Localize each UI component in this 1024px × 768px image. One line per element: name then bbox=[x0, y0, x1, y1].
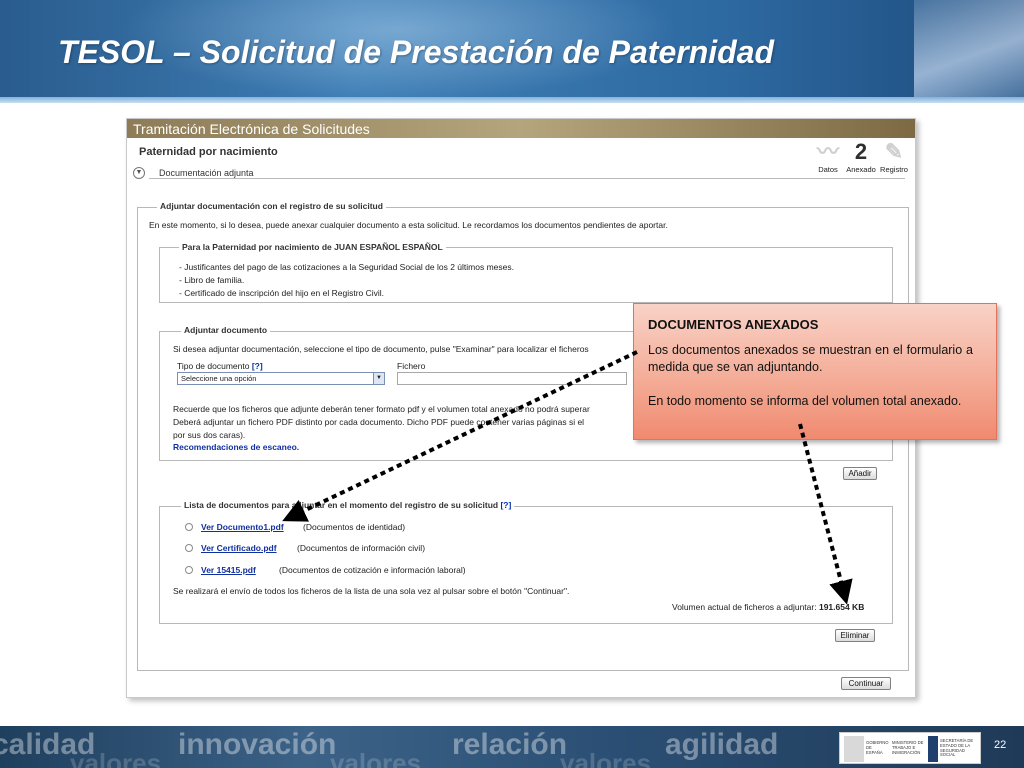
pending-item: - Justificantes del pago de las cotizaci… bbox=[179, 262, 514, 272]
section-title: Documentación adjunta bbox=[159, 168, 254, 178]
wizard-steps: 〰 Datos 2 Anexado ✎ Registro bbox=[811, 139, 911, 179]
page-heading: Paternidad por nacimiento bbox=[139, 146, 278, 158]
delete-button[interactable]: Eliminar bbox=[835, 629, 875, 642]
footer-word: valores bbox=[70, 748, 162, 768]
doc-type-label-text: Tipo de documento bbox=[177, 361, 250, 371]
volume-value: 191.654 KB bbox=[818, 602, 865, 612]
header-statue-image bbox=[914, 0, 1024, 100]
attach-legend: Adjuntar documento bbox=[181, 325, 271, 335]
attach-note-3: por sus dos caras). bbox=[173, 430, 246, 440]
doc-type-select[interactable]: Seleccione una opción ▼ bbox=[177, 372, 385, 385]
document-radio[interactable] bbox=[185, 523, 193, 531]
collapse-toggle-icon[interactable]: ▼ bbox=[133, 167, 145, 179]
step-2-icon: 2 bbox=[854, 139, 868, 164]
step-label: Anexado bbox=[846, 165, 876, 174]
section-divider bbox=[149, 178, 905, 179]
pending-item: - Certificado de inscripción del hijo en… bbox=[179, 288, 385, 298]
scan-recommendations-link[interactable]: Recomendaciones de escaneo. bbox=[173, 442, 299, 452]
help-icon[interactable]: [?] bbox=[252, 361, 263, 371]
step-label: Datos bbox=[818, 165, 838, 174]
footer-word: agilidad bbox=[665, 728, 779, 761]
step-label: Registro bbox=[880, 165, 908, 174]
attach-instructions: Si desea adjuntar documentación, selecci… bbox=[173, 344, 589, 354]
footer-word: valores bbox=[560, 748, 652, 768]
slide-number: 22 bbox=[994, 739, 1007, 751]
document-link[interactable]: Ver Documento1.pdf bbox=[201, 522, 284, 532]
file-input[interactable] bbox=[397, 372, 627, 385]
pending-legend: Para la Paternidad por nacimiento de JUA… bbox=[179, 242, 446, 252]
attach-note-2: Deberá adjuntar un fichero PDF distinto … bbox=[173, 417, 585, 427]
step-datos[interactable]: 〰 Datos bbox=[811, 139, 845, 174]
add-button[interactable]: Añadir bbox=[843, 467, 877, 480]
doc-type-label: Tipo de documento [?] bbox=[177, 361, 263, 371]
app-window-title: Tramitación Electrónica de Solicitudes bbox=[133, 121, 370, 137]
send-note: Se realizará el envío de todos los fiche… bbox=[173, 586, 570, 596]
secretary-text: SECRETARÍA DE ESTADO DE LA SEGURIDAD SOC… bbox=[940, 738, 974, 758]
ministry-text: MINISTERIO DE TRABAJO E INMIGRACIÓN bbox=[892, 740, 924, 755]
footer-word: relación bbox=[452, 728, 568, 761]
slide-title: TESOL – Solicitud de Prestación de Pater… bbox=[58, 34, 775, 70]
continue-button[interactable]: Continuar bbox=[841, 677, 891, 690]
step-anexado[interactable]: 2 Anexado bbox=[844, 139, 878, 174]
app-title-bar: Tramitación Electrónica de Solicitudes bbox=[127, 119, 915, 138]
document-type: (Documentos de cotización e información … bbox=[279, 565, 466, 575]
documents-legend-text: Lista de documentos para adjuntar en el … bbox=[184, 500, 499, 510]
main-legend: Adjuntar documentación con el registro d… bbox=[157, 201, 386, 211]
coat-of-arms-icon bbox=[844, 736, 864, 762]
document-radio[interactable] bbox=[185, 544, 193, 552]
seguridad-social-logo-icon bbox=[928, 736, 938, 762]
document-type: (Documentos de información civil) bbox=[297, 543, 426, 553]
document-type: (Documentos de identidad) bbox=[303, 522, 406, 532]
document-radio[interactable] bbox=[185, 566, 193, 574]
documents-legend: Lista de documentos para adjuntar en el … bbox=[181, 500, 515, 510]
help-icon[interactable]: [?] bbox=[500, 500, 511, 510]
document-link[interactable]: Ver Certificado.pdf bbox=[201, 543, 277, 553]
volume-readout: Volumen actual de ficheros a adjuntar: 1… bbox=[672, 602, 864, 612]
pending-item: - Libro de familia. bbox=[179, 275, 245, 285]
attach-note-1: Recuerde que los ficheros que adjunte de… bbox=[173, 404, 590, 414]
callout-paragraph-1: Los documentos anexados se muestran en e… bbox=[648, 343, 973, 374]
chevron-down-icon: ▼ bbox=[373, 373, 384, 384]
callout-box: DOCUMENTOS ANEXADOS Los documentos anexa… bbox=[633, 303, 997, 440]
chart-icon: 〰 bbox=[816, 139, 839, 164]
gov-text: GOBIERNO DE ESPAÑA bbox=[866, 740, 889, 755]
government-logos: GOBIERNO DE ESPAÑA MINISTERIO DE TRABAJO… bbox=[839, 732, 981, 764]
step-registro[interactable]: ✎ Registro bbox=[877, 139, 911, 174]
callout-paragraph-2: En todo momento se informa del volumen t… bbox=[648, 394, 962, 408]
file-label: Fichero bbox=[397, 361, 426, 371]
callout-title: DOCUMENTOS ANEXADOS bbox=[648, 317, 819, 332]
footer-word: innovación bbox=[178, 728, 337, 761]
footer-word: valores bbox=[330, 748, 422, 768]
doc-type-value: Seleccione una opción bbox=[181, 374, 257, 383]
intro-text: En este momento, si lo desea, puede anex… bbox=[149, 220, 668, 230]
volume-label: Volumen actual de ficheros a adjuntar: bbox=[672, 602, 817, 612]
stamp-icon: ✎ bbox=[884, 139, 904, 164]
document-link[interactable]: Ver 15415.pdf bbox=[201, 565, 256, 575]
